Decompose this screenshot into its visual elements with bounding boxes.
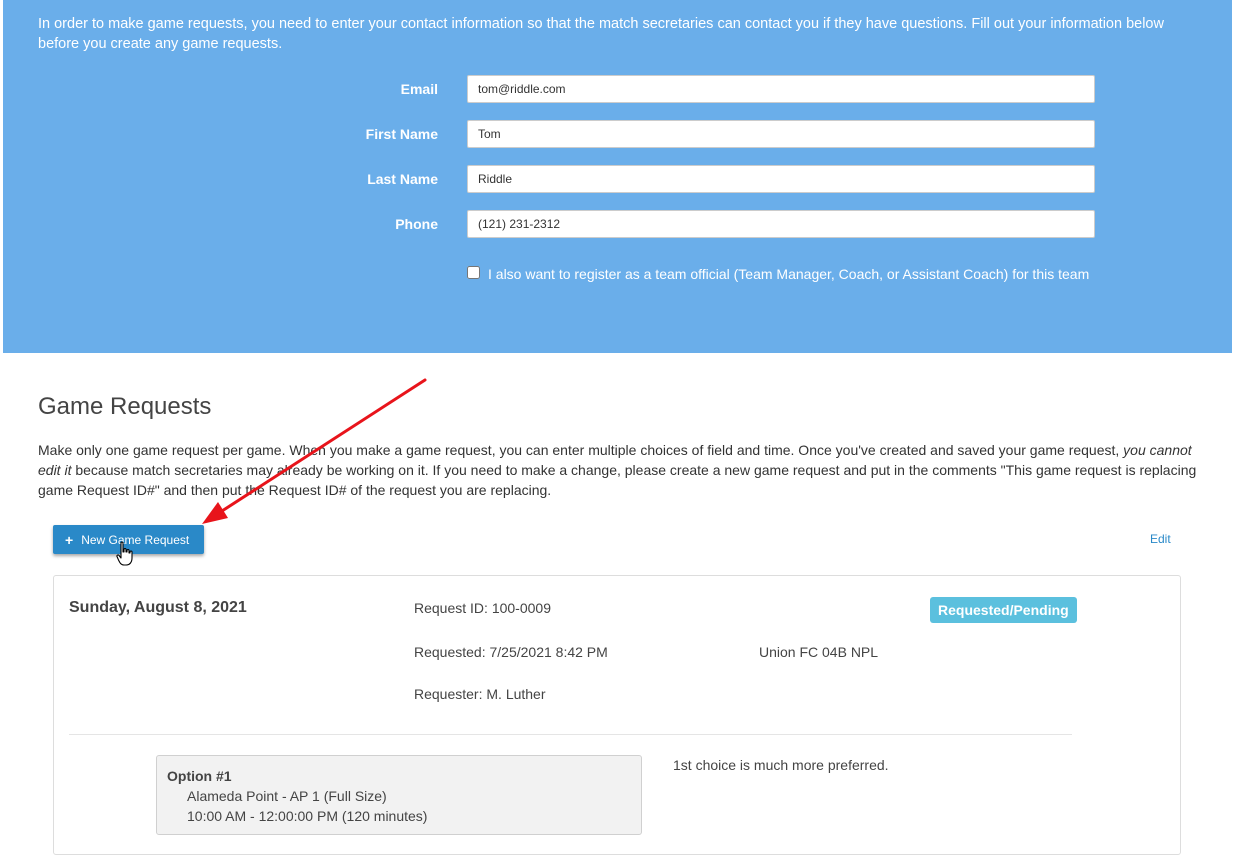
email-field[interactable]: [467, 75, 1095, 103]
first-name-row: First Name: [3, 120, 1103, 150]
section-title: Game Requests: [38, 393, 212, 420]
email-label: Email: [400, 81, 438, 97]
option-title: Option #1: [167, 768, 232, 784]
description-part-1: Make only one game request per game. Whe…: [38, 442, 1124, 458]
status-badge: Requested/Pending: [930, 597, 1077, 623]
hand-pointer-icon: [116, 541, 133, 566]
phone-row: Phone: [3, 210, 1103, 240]
first-name-field[interactable]: [467, 120, 1095, 148]
requester: Requester: M. Luther: [414, 686, 546, 702]
card-divider: [69, 734, 1072, 735]
email-row: Email: [3, 75, 1103, 105]
plus-icon: +: [65, 531, 74, 548]
option-field: Alameda Point - AP 1 (Full Size): [187, 788, 387, 804]
last-name-row: Last Name: [3, 165, 1103, 195]
last-name-label: Last Name: [367, 171, 438, 187]
phone-label: Phone: [395, 216, 438, 232]
edit-link[interactable]: Edit: [1150, 532, 1171, 546]
option-box: Option #1 Alameda Point - AP 1 (Full Siz…: [156, 755, 642, 835]
contact-info-panel: In order to make game requests, you need…: [3, 0, 1232, 353]
game-request-card: Sunday, August 8, 2021 Request ID: 100-0…: [53, 575, 1181, 855]
request-comment: 1st choice is much more preferred.: [673, 757, 889, 773]
team-official-option: I also want to register as a team offici…: [467, 264, 1107, 284]
team-name: Union FC 04B NPL: [759, 644, 879, 660]
requested-timestamp: Requested: 7/25/2021 8:42 PM: [414, 644, 608, 660]
team-official-label[interactable]: I also want to register as a team offici…: [488, 264, 1107, 284]
first-name-label: First Name: [365, 126, 438, 142]
option-time: 10:00 AM - 12:00:00 PM (120 minutes): [187, 808, 428, 824]
section-description: Make only one game request per game. Whe…: [38, 440, 1208, 500]
description-part-2: because match secretaries may already be…: [38, 462, 1197, 498]
phone-field[interactable]: [467, 210, 1095, 238]
request-id: Request ID: 100-0009: [414, 600, 551, 616]
request-date: Sunday, August 8, 2021: [69, 599, 247, 616]
contact-intro-text: In order to make game requests, you need…: [38, 16, 1164, 52]
team-official-checkbox[interactable]: [467, 266, 480, 279]
last-name-field[interactable]: [467, 165, 1095, 193]
